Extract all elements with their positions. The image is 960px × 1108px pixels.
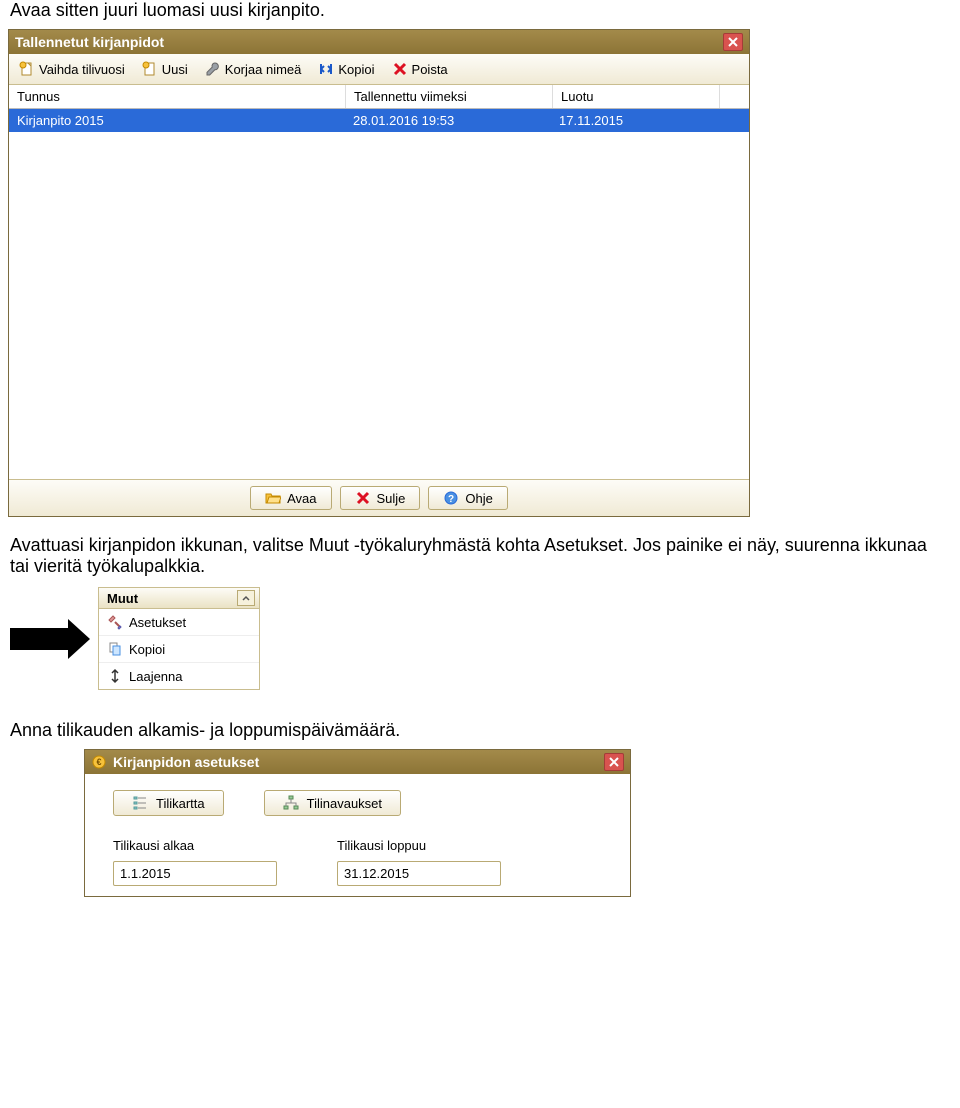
new-button[interactable]: Uusi: [136, 57, 197, 81]
button-label: Korjaa nimeä: [225, 62, 302, 77]
menu-item-laajenna[interactable]: Laajenna: [99, 663, 259, 689]
button-label: Kopioi: [338, 62, 374, 77]
field-label: Tilikausi alkaa: [113, 838, 277, 853]
expand-button[interactable]: [237, 590, 255, 606]
delete-x-icon: [392, 61, 408, 77]
col-header-luotu[interactable]: Luotu: [553, 85, 720, 108]
list-tree-icon: [132, 795, 148, 811]
cell-luotu: 17.11.2015: [551, 109, 717, 132]
copy-button[interactable]: Kopioi: [312, 57, 383, 81]
menu-item-label: Laajenna: [129, 669, 183, 684]
delete-button[interactable]: Poista: [386, 57, 457, 81]
muut-title: Muut: [107, 591, 138, 606]
change-year-button[interactable]: Vaihda tilivuosi: [13, 57, 134, 81]
start-date-input[interactable]: [113, 861, 277, 886]
date-field-row: Tilikausi alkaa Tilikausi loppuu: [113, 838, 616, 886]
field-label: Tilikausi loppuu: [337, 838, 501, 853]
dialog-title: Kirjanpidon asetukset: [113, 754, 259, 770]
document-new-icon: [142, 61, 158, 77]
instruction-paragraph-2: Avattuasi kirjanpidon ikkunan, valitse M…: [10, 535, 950, 577]
menu-item-kopioi[interactable]: Kopioi: [99, 636, 259, 663]
tilinavaukset-button[interactable]: Tilinavaukset: [264, 790, 401, 816]
close-button[interactable]: [604, 753, 624, 771]
rename-button[interactable]: Korjaa nimeä: [199, 57, 311, 81]
cancel-x-icon: [355, 490, 371, 506]
dialog-titlebar: Tallennetut kirjanpidot: [9, 30, 749, 54]
muut-illustration: Muut Asetukset Kopioi Laajenna: [10, 587, 960, 690]
svg-text:?: ?: [448, 494, 454, 505]
chevron-up-icon: [242, 595, 250, 601]
muut-header[interactable]: Muut: [99, 588, 259, 609]
copy-icon: [107, 641, 123, 657]
button-label: Poista: [412, 62, 448, 77]
close-dialog-button[interactable]: Sulje: [340, 486, 421, 510]
cell-tallennettu: 28.01.2016 19:53: [345, 109, 551, 132]
muut-dropdown: Muut Asetukset Kopioi Laajenna: [98, 587, 260, 690]
table-body: Kirjanpito 2015 28.01.2016 19:53 17.11.2…: [9, 109, 749, 479]
button-label: Avaa: [287, 491, 316, 506]
saved-bookkeepings-dialog: Tallennetut kirjanpidot Vaihda tilivuosi…: [8, 29, 750, 517]
button-label: Vaihda tilivuosi: [39, 62, 125, 77]
org-chart-icon: [283, 795, 299, 811]
start-date-field: Tilikausi alkaa: [113, 838, 277, 886]
folder-open-icon: [265, 490, 281, 506]
instruction-paragraph-1: Avaa sitten juuri luomasi uusi kirjanpit…: [10, 0, 950, 21]
end-date-input[interactable]: [337, 861, 501, 886]
dialog-body: Tilikartta Tilinavaukset Tilikausi alkaa…: [85, 774, 630, 896]
button-label: Ohje: [465, 491, 492, 506]
menu-item-label: Asetukset: [129, 615, 186, 630]
wrench-icon: [205, 61, 221, 77]
button-label: Sulje: [377, 491, 406, 506]
menu-item-label: Kopioi: [129, 642, 165, 657]
table-header: Tunnus Tallennettu viimeksi Luotu: [9, 85, 749, 109]
tilikartta-button[interactable]: Tilikartta: [113, 790, 224, 816]
expand-arrows-icon: [107, 668, 123, 684]
close-button[interactable]: [723, 33, 743, 51]
help-button[interactable]: ? Ohje: [428, 486, 507, 510]
dialog-toolbar: Vaihda tilivuosi Uusi Korjaa nimeä Kopio…: [9, 54, 749, 85]
arrow-indicator-icon: [10, 628, 68, 650]
dialog-footer: Avaa Sulje ? Ohje: [9, 479, 749, 516]
menu-item-asetukset[interactable]: Asetukset: [99, 609, 259, 636]
table-row[interactable]: Kirjanpito 2015 28.01.2016 19:53 17.11.2…: [9, 109, 749, 132]
close-icon: [609, 757, 619, 767]
button-label: Tilikartta: [156, 796, 205, 811]
open-button[interactable]: Avaa: [250, 486, 331, 510]
close-icon: [728, 37, 738, 47]
cell-tunnus: Kirjanpito 2015: [9, 109, 345, 132]
button-label: Tilinavaukset: [307, 796, 382, 811]
settings-wrench-icon: [107, 614, 123, 630]
copy-arrows-icon: [318, 61, 334, 77]
bookkeeping-settings-dialog: € Kirjanpidon asetukset Tilikartta Tilin…: [84, 749, 631, 897]
col-header-tallennettu[interactable]: Tallennettu viimeksi: [346, 85, 553, 108]
col-header-tunnus[interactable]: Tunnus: [9, 85, 346, 108]
button-label: Uusi: [162, 62, 188, 77]
euro-icon: €: [91, 754, 107, 770]
help-icon: ?: [443, 490, 459, 506]
settings-button-row: Tilikartta Tilinavaukset: [113, 790, 616, 816]
dialog-titlebar: € Kirjanpidon asetukset: [85, 750, 630, 774]
svg-text:€: €: [96, 757, 101, 767]
dialog-title: Tallennetut kirjanpidot: [15, 34, 164, 50]
instruction-paragraph-3: Anna tilikauden alkamis- ja loppumispäiv…: [10, 720, 950, 741]
document-new-icon: [19, 61, 35, 77]
end-date-field: Tilikausi loppuu: [337, 838, 501, 886]
